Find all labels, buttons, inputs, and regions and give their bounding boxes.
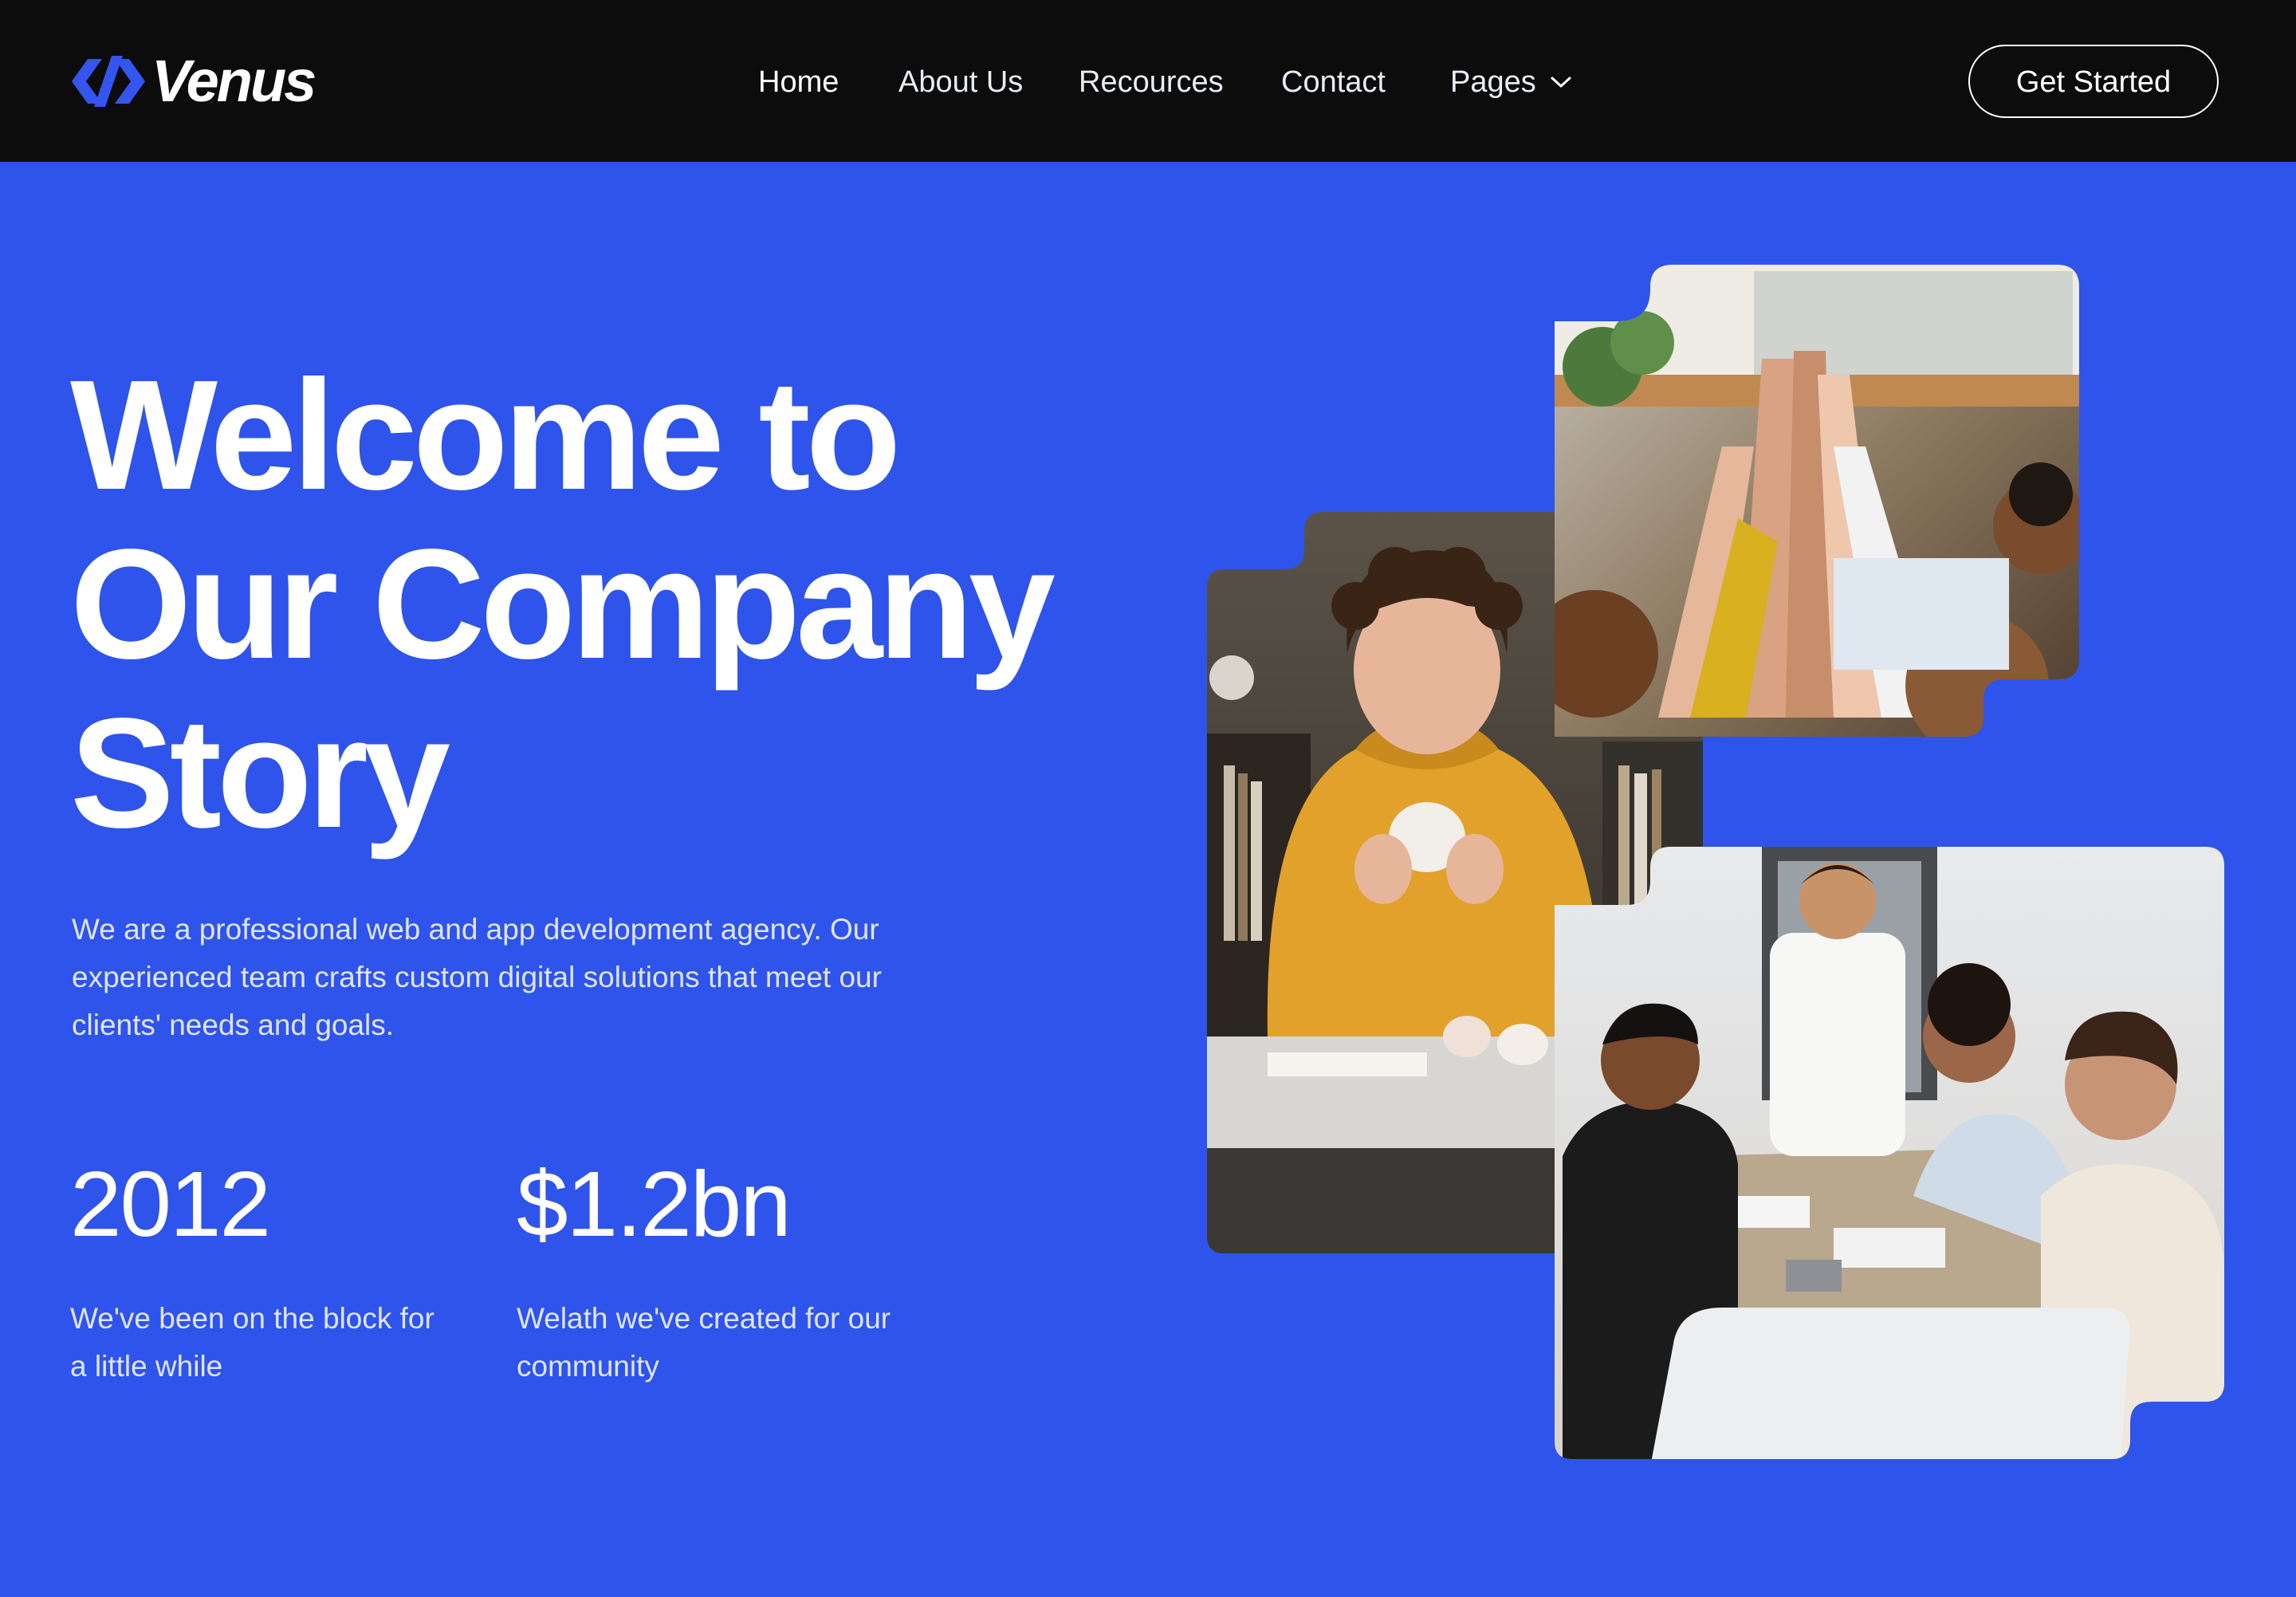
photo-collage xyxy=(0,0,2296,1597)
photo-collage-canvas xyxy=(1207,265,2224,1459)
team-meeting-table-photo xyxy=(1555,847,2224,1459)
team-high-five-photo xyxy=(1555,265,2079,737)
